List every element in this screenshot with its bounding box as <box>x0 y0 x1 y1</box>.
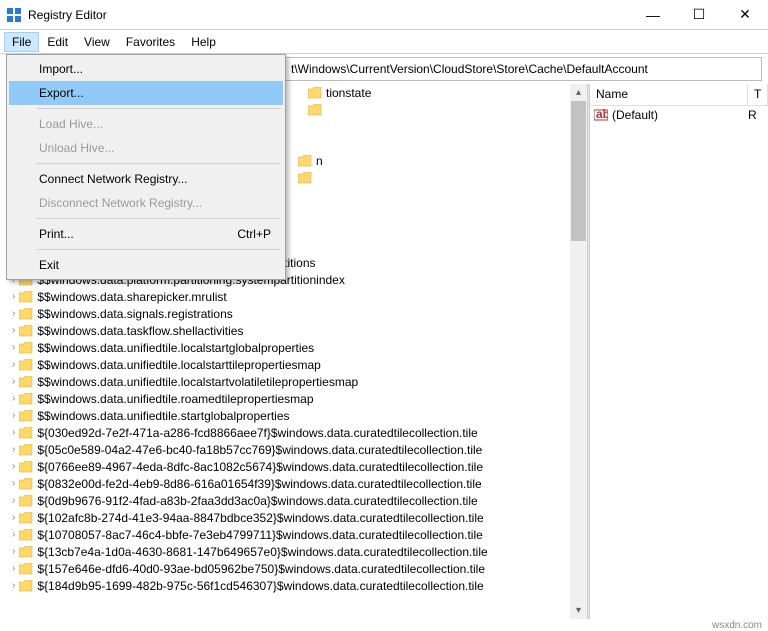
watermark: wsxdn.com <box>712 620 762 631</box>
address-text: t\Windows\CurrentVersion\CloudStore\Stor… <box>291 62 648 76</box>
tree-item-label: $$windows.data.sharepicker.mrulist <box>37 290 226 304</box>
tree-item-label: $$windows.data.unifiedtile.startglobalpr… <box>37 409 289 423</box>
tree-item[interactable]: ›${157e646e-dfd6-40d0-93ae-bd05962be750}… <box>8 560 587 577</box>
minimize-button[interactable]: — <box>630 0 676 29</box>
tree-item-label: $$windows.data.unifiedtile.roamedtilepro… <box>37 392 313 406</box>
tree-item-label: ${030ed92d-7e2f-471a-a286-fcd8866aee7f}$… <box>37 426 477 440</box>
menu-separator <box>37 218 281 219</box>
menu-exit[interactable]: Exit <box>9 253 283 277</box>
scroll-track[interactable] <box>570 101 587 602</box>
window-title: Registry Editor <box>28 8 630 22</box>
menu-edit[interactable]: Edit <box>39 32 76 52</box>
tree-item-label: $$windows.data.unifiedtile.localstartvol… <box>37 375 358 389</box>
tree-item[interactable]: ›$$windows.data.sharepicker.mrulist <box>8 288 587 305</box>
scroll-down-icon[interactable]: ▾ <box>570 602 587 619</box>
scroll-thumb[interactable] <box>571 101 586 241</box>
col-name[interactable]: Name <box>590 84 748 105</box>
value-type: R <box>748 108 764 122</box>
tree-item[interactable]: ›${030ed92d-7e2f-471a-a286-fcd8866aee7f}… <box>8 424 587 441</box>
tree-item[interactable]: ›$$windows.data.unifiedtile.roamedtilepr… <box>8 390 587 407</box>
tree-item-label: ${13cb7e4a-1d0a-4630-8681-147b649657e0}$… <box>37 545 487 559</box>
tree-item[interactable]: ›${184d9b95-1699-482b-975c-56f1cd546307}… <box>8 577 587 594</box>
menu-export[interactable]: Export... <box>9 81 283 105</box>
tree-item-label: ${184d9b95-1699-482b-975c-56f1cd546307}$… <box>37 579 483 593</box>
tree-item-label: $$windows.data.taskflow.shellactivities <box>37 324 243 338</box>
tree-item-label: ${0d9b9676-91f2-4fad-a83b-2faa3dd3ac0a}$… <box>37 494 477 508</box>
menu-unload-hive: Unload Hive... <box>9 136 283 160</box>
menu-favorites[interactable]: Favorites <box>118 32 183 52</box>
tree-item-label: ${102afc8b-274d-41e3-94aa-8847bdbce352}$… <box>37 511 483 525</box>
menu-print[interactable]: Print...Ctrl+P <box>9 222 283 246</box>
svg-text:ab: ab <box>596 108 608 121</box>
menu-load-hive: Load Hive... <box>9 112 283 136</box>
tree-item[interactable]: ›${0d9b9676-91f2-4fad-a83b-2faa3dd3ac0a}… <box>8 492 587 509</box>
app-icon <box>6 7 22 23</box>
tree-item-label: ${05c0e589-04a2-47e6-bc40-fa18b57cc769}$… <box>37 443 482 457</box>
menu-import[interactable]: Import... <box>9 57 283 81</box>
close-button[interactable]: ✕ <box>722 0 768 29</box>
file-menu-dropdown: Import... Export... Load Hive... Unload … <box>6 54 286 280</box>
tree-item[interactable]: ›$$windows.data.unifiedtile.startglobalp… <box>8 407 587 424</box>
value-name: (Default) <box>612 108 744 122</box>
tree-item[interactable]: ›${10708057-8ac7-46c4-bbfe-7e3eb4799711}… <box>8 526 587 543</box>
menu-disconnect-network: Disconnect Network Registry... <box>9 191 283 215</box>
titlebar: Registry Editor — ☐ ✕ <box>0 0 768 30</box>
menu-separator <box>37 163 281 164</box>
tree-item[interactable]: ›${102afc8b-274d-41e3-94aa-8847bdbce352}… <box>8 509 587 526</box>
menu-view[interactable]: View <box>76 32 118 52</box>
col-type[interactable]: T <box>748 84 768 105</box>
tree-item[interactable]: ›${0832e00d-fe2d-4eb9-8d86-616a01654f39}… <box>8 475 587 492</box>
tree-item-label: $$windows.data.signals.registrations <box>37 307 232 321</box>
menu-separator <box>37 108 281 109</box>
tree-item-label: ${0766ee89-4967-4eda-8dfc-8ac1082c5674}$… <box>37 460 483 474</box>
menu-help[interactable]: Help <box>183 32 224 52</box>
string-value-icon: ab <box>594 108 608 122</box>
menu-connect-network[interactable]: Connect Network Registry... <box>9 167 283 191</box>
tree-item-label: ${157e646e-dfd6-40d0-93ae-bd05962be750}$… <box>37 562 485 576</box>
tree-scrollbar[interactable]: ▴ ▾ <box>570 84 587 619</box>
tree-item[interactable]: ›$$windows.data.unifiedtile.localstartvo… <box>8 373 587 390</box>
menu-separator <box>37 249 281 250</box>
tree-item-label: $$windows.data.unifiedtile.localstarttil… <box>37 358 321 372</box>
shortcut-label: Ctrl+P <box>237 227 271 241</box>
tree-item[interactable]: ›${0766ee89-4967-4eda-8dfc-8ac1082c5674}… <box>8 458 587 475</box>
tree-item[interactable]: ›${05c0e589-04a2-47e6-bc40-fa18b57cc769}… <box>8 441 587 458</box>
scroll-up-icon[interactable]: ▴ <box>570 84 587 101</box>
tree-item[interactable]: ›${13cb7e4a-1d0a-4630-8681-147b649657e0}… <box>8 543 587 560</box>
values-pane[interactable]: Name T ab (Default) R <box>589 84 768 619</box>
tree-item[interactable]: ›$$windows.data.unifiedtile.localstartgl… <box>8 339 587 356</box>
menubar: File Edit View Favorites Help <box>0 30 768 54</box>
tree-item-label: ${0832e00d-fe2d-4eb9-8d86-616a01654f39}$… <box>37 477 481 491</box>
value-row-default[interactable]: ab (Default) R <box>590 106 768 124</box>
tree-item-label: ${10708057-8ac7-46c4-bbfe-7e3eb4799711}$… <box>37 528 482 542</box>
menu-file[interactable]: File <box>4 32 39 52</box>
tree-item[interactable]: ›$$windows.data.taskflow.shellactivities <box>8 322 587 339</box>
values-header: Name T <box>590 84 768 106</box>
tree-item[interactable]: ›$$windows.data.unifiedtile.localstartti… <box>8 356 587 373</box>
maximize-button[interactable]: ☐ <box>676 0 722 29</box>
tree-item-label: $$windows.data.unifiedtile.localstartglo… <box>37 341 314 355</box>
tree-item[interactable]: ›$$windows.data.signals.registrations <box>8 305 587 322</box>
